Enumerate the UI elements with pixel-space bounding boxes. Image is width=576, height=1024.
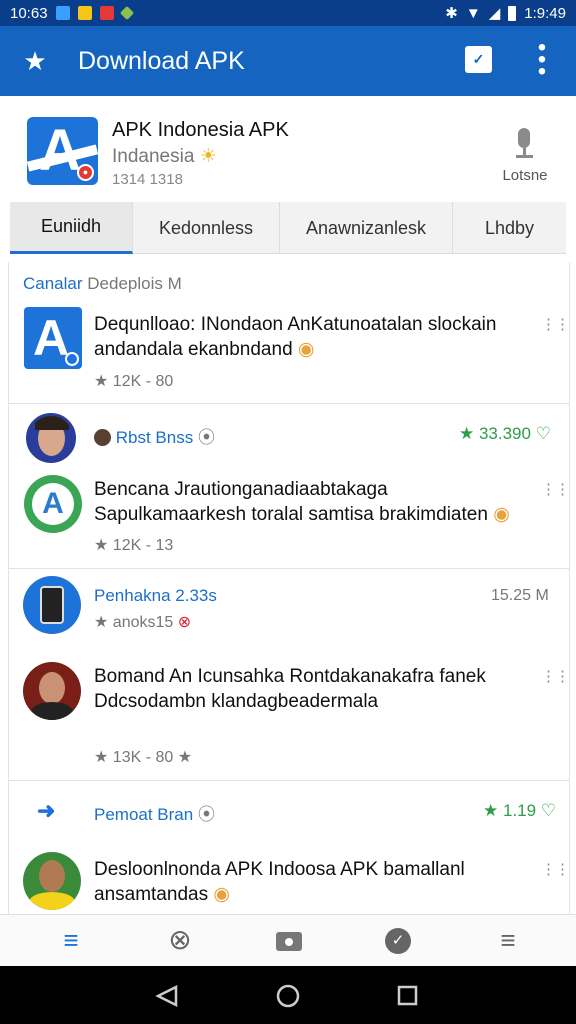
tab-2[interactable]: Kedonnless — [133, 202, 280, 254]
battery-icon — [508, 5, 517, 21]
section-label: Canalar — [23, 274, 83, 293]
app-notification-icon — [55, 6, 70, 20]
feed: Canalar Dedeplois M A Dequnlloao: INonda… — [8, 262, 570, 914]
menu-icon[interactable]: ≡ — [493, 926, 523, 956]
drag-handle-icon[interactable]: ⋮⋮ — [541, 667, 569, 685]
check-circle-icon[interactable]: ✓ — [383, 926, 413, 956]
post-stats: ★ 13K - 80 ★ — [94, 749, 193, 766]
app-meta: 1314 1318 — [112, 171, 183, 188]
post-title[interactable]: Bencana Jrautionganadiaabtakaga Sapulkam… — [94, 477, 534, 527]
section-sub: Dedeplois M — [87, 274, 182, 293]
post-time: 15.25 M — [491, 587, 549, 604]
microphone-icon[interactable] — [512, 128, 536, 160]
tag-notification-icon — [119, 5, 134, 21]
post-title[interactable]: Desloonlnonda APK Indoosa APK bamallanl … — [94, 857, 534, 907]
item-title[interactable]: Dequnlloao: INondaon AnKatunoatalan sloc… — [94, 312, 514, 362]
rating[interactable]: ★ 33.390 ♡ — [459, 424, 551, 444]
system-nav-bar — [0, 966, 576, 1024]
verified-icon: ⦿ — [197, 428, 215, 447]
heart-icon: ♡ — [540, 801, 557, 820]
avatar[interactable] — [26, 413, 76, 463]
star-icon[interactable]: ★ — [0, 46, 70, 77]
bottom-nav: ≡ ⊗ ✓ ≡ — [0, 914, 576, 966]
post-author[interactable]: Penhakna 2.33s — [94, 586, 217, 606]
post-author[interactable]: Rbst Bnss ⦿ — [94, 423, 215, 448]
smile-emoji-icon: ☀ — [199, 146, 217, 167]
bluetooth-icon: ✱ — [445, 5, 458, 22]
home-list-icon[interactable]: ≡ — [56, 926, 86, 956]
tab-3[interactable]: Anawnizanlesk — [280, 202, 453, 254]
item-stats: ★ 12K - 80 — [94, 373, 174, 390]
mini-avatar-icon — [94, 429, 111, 446]
avatar[interactable] — [23, 662, 81, 720]
status-bar: 10:63 ✱ ▼ ◢ 1:9:49 — [0, 0, 576, 26]
phone-app-icon[interactable] — [23, 576, 81, 634]
drag-handle-icon[interactable]: ⋮⋮ — [541, 860, 569, 878]
app-name: APK Indonesia APK — [112, 119, 289, 141]
home-icon[interactable] — [276, 984, 300, 1008]
post-title[interactable]: Bomand An Icunsahka Rontdakanakafra fane… — [94, 664, 534, 714]
app-subtitle: Indanesia ☀ — [112, 146, 217, 167]
back-icon[interactable] — [155, 984, 178, 1008]
emoji-icon: ◉ — [213, 884, 230, 905]
drag-handle-icon[interactable]: ⋮⋮ — [541, 315, 569, 333]
avatar[interactable] — [23, 852, 81, 910]
wifi-icon: ▼ — [465, 4, 481, 22]
emoji-icon: ◉ — [493, 504, 510, 525]
gallery-notification-icon — [99, 6, 114, 20]
verified-icon: ⦿ — [197, 805, 215, 824]
heart-icon: ♡ — [535, 424, 551, 443]
camera-icon[interactable] — [274, 926, 304, 956]
app-bar: ★ Download APK ✓ • • • — [0, 26, 576, 96]
drag-handle-icon[interactable]: ⋮⋮ — [541, 480, 569, 498]
mic-label: Lotsne — [502, 167, 548, 184]
rating[interactable]: ★ 1.19 ♡ — [483, 801, 556, 821]
app-thumbnail[interactable]: A — [24, 307, 82, 369]
clock: 10:63 — [10, 4, 48, 22]
post-author[interactable]: Pemoat Bran ⦿ — [94, 800, 215, 825]
section-header: Canalar Dedeplois M — [23, 274, 182, 294]
download-badge-icon[interactable]: ✓ — [465, 46, 492, 73]
app-bar-title: Download APK — [78, 46, 245, 75]
badge-icon: ● — [77, 164, 94, 181]
close-circle-icon[interactable]: ⊗ — [178, 614, 191, 631]
emoji-icon: ◉ — [297, 339, 315, 360]
tab-bar: Euniidh Kedonnless Anawnizanlesk Lhdby — [10, 202, 566, 254]
app-logo: A ● — [27, 117, 98, 185]
post-sub: ★ anoks15 ⊗ — [94, 614, 192, 631]
tab-4[interactable]: Lhdby — [453, 202, 566, 254]
recents-icon[interactable] — [397, 985, 418, 1006]
post-stats: ★ 12K - 13 — [94, 537, 174, 554]
clock-right: 1:9:49 — [524, 4, 566, 22]
notification-icon — [77, 6, 92, 20]
tab-1[interactable]: Euniidh — [10, 202, 133, 254]
app-thumbnail-green[interactable]: A — [24, 475, 82, 533]
cancel-icon[interactable]: ⊗ — [165, 926, 195, 956]
overflow-menu-icon[interactable]: • • • — [532, 36, 552, 84]
share-arrow-icon[interactable]: ➜ — [37, 798, 55, 824]
signal-icon: ◢ — [488, 5, 501, 22]
